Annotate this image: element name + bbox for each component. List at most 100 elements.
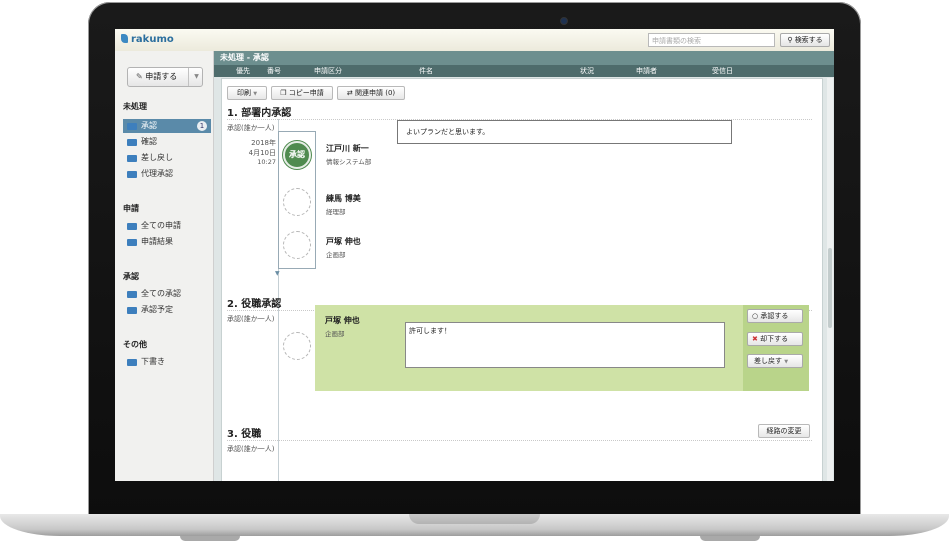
- laptop-foot: [700, 536, 760, 541]
- approver-dept: 企画部: [325, 330, 345, 338]
- column-header[interactable]: 申請者: [636, 65, 657, 77]
- print-label: 印刷: [236, 89, 251, 97]
- app-screen: rakumo 申請書類の検索 ⚲ 検索する ✎ 申請する ▼ 未処理 承認 1 確…: [115, 29, 834, 481]
- sidebar-item-label: 代理承認: [141, 169, 173, 178]
- copy-application-button[interactable]: ❐ コピー申請: [271, 86, 333, 100]
- step-heading: 1. 部署内承認: [227, 108, 292, 119]
- search-button[interactable]: ⚲ 検索する: [780, 33, 830, 47]
- approver-dept: 経理部: [326, 208, 346, 216]
- mail-icon: [127, 359, 137, 366]
- related-applications-button[interactable]: ⇄ 関連申請 (0): [337, 86, 405, 100]
- return-label: 差し戻す: [754, 357, 782, 365]
- step-heading: 2. 役職承認: [227, 299, 282, 310]
- column-header[interactable]: 優先: [236, 65, 250, 77]
- sidebar-item-all-approvals[interactable]: 全ての承認: [123, 287, 211, 301]
- change-route-button[interactable]: 経路の変更: [758, 424, 810, 438]
- column-header[interactable]: 状況: [580, 65, 594, 77]
- approval-rule: 承認(誰か一人): [227, 445, 275, 453]
- sidebar-item-label: 承認: [141, 121, 157, 130]
- request-detail-panel: 印刷 ▼ ❐ コピー申請 ⇄ 関連申請 (0) 1. 部署内承認 承認(誰か一人…: [221, 78, 823, 481]
- approval-rule: 承認(誰か一人): [227, 315, 275, 323]
- comment-bubble: よいプランだと思います。: [397, 120, 732, 144]
- laptop-foot: [180, 536, 240, 541]
- table-header: 優先 番号 申請区分 件名 状況 申請者 受信日: [214, 65, 834, 77]
- search-icon: ⚲: [787, 36, 793, 44]
- sidebar-item-label: 全ての申請: [141, 221, 181, 230]
- approver-name: 戸塚 伸也: [326, 237, 361, 246]
- sidebar-item-label: 差し戻し: [141, 153, 173, 162]
- mail-icon: [127, 239, 137, 246]
- sidebar-item-all-applications[interactable]: 全ての申請: [123, 219, 211, 233]
- approval-year: 2018年: [251, 139, 276, 147]
- apply-button[interactable]: ✎ 申請する ▼: [127, 67, 203, 87]
- sidebar-section-title: 申請: [123, 204, 139, 213]
- return-button[interactable]: 差し戻す ▼: [747, 354, 803, 368]
- approve-label: 承認する: [760, 312, 789, 320]
- sidebar-item-label: 下書き: [141, 357, 165, 366]
- active-approval-panel: 戸塚 伸也 企画部 許可します！ ○ 承認する ✖ 却下する 差し戻す ▼: [315, 305, 809, 391]
- approver-name: 戸塚 伸也: [325, 316, 360, 325]
- mail-icon: [127, 307, 137, 314]
- search-input[interactable]: 申請書類の検索: [648, 33, 775, 47]
- approver-dept: 企画部: [326, 251, 346, 259]
- print-button[interactable]: 印刷 ▼: [227, 86, 267, 100]
- column-header[interactable]: 件名: [419, 65, 433, 77]
- column-header[interactable]: 申請区分: [314, 65, 342, 77]
- sidebar-section-title: 未処理: [123, 102, 147, 111]
- sidebar-item-approve[interactable]: 承認 1: [123, 119, 211, 133]
- approval-day: 4月10日: [248, 149, 276, 157]
- related-label: 関連申請 (0): [354, 89, 396, 97]
- pending-approver-circle: [283, 231, 311, 259]
- action-column: ○ 承認する ✖ 却下する 差し戻す ▼: [743, 305, 809, 391]
- sidebar-item-application-results[interactable]: 申請結果: [123, 235, 211, 249]
- arrow-down-icon: ▼: [275, 270, 280, 277]
- sidebar-section-title: その他: [123, 340, 147, 349]
- sidebar-section-title: 承認: [123, 272, 139, 281]
- approver-name: 江戸川 新一: [326, 144, 369, 153]
- sidebar-item-label: 承認予定: [141, 305, 173, 314]
- sidebar-item-drafts[interactable]: 下書き: [123, 355, 211, 369]
- divider: [227, 440, 812, 441]
- pending-approver-circle: [283, 188, 311, 216]
- copy-icon: ❐: [280, 89, 287, 97]
- approval-time: 10:27: [257, 158, 276, 166]
- circle-icon: ○: [752, 312, 759, 320]
- chevron-down-icon: ▼: [784, 359, 789, 365]
- comment-textarea[interactable]: 許可します！: [405, 322, 725, 368]
- mail-icon: [127, 223, 137, 230]
- top-bar: rakumo 申請書類の検索 ⚲ 検索する: [115, 29, 834, 52]
- sidebar-item-label: 全ての承認: [141, 289, 181, 298]
- approver-dept: 情報システム部: [326, 158, 372, 166]
- camera-icon: [560, 17, 568, 25]
- count-badge: 1: [197, 121, 207, 131]
- sidebar-item-scheduled-approvals[interactable]: 承認予定: [123, 303, 211, 317]
- sidebar-item-proxy[interactable]: 代理承認: [123, 167, 211, 181]
- link-icon: ⇄: [346, 89, 353, 97]
- sidebar-item-confirm[interactable]: 確認: [123, 135, 211, 149]
- column-header[interactable]: 番号: [267, 65, 281, 77]
- approved-stamp: 承認: [283, 141, 311, 169]
- page-title: 未処理 - 承認: [214, 51, 834, 65]
- laptop-notch: [409, 514, 540, 524]
- sidebar-item-returned[interactable]: 差し戻し: [123, 151, 211, 165]
- apply-button-label: 申請する: [145, 72, 178, 81]
- chevron-down-icon: ▼: [253, 91, 258, 97]
- approver-name: 練馬 博美: [326, 194, 361, 203]
- main-content: 未処理 - 承認 優先 番号 申請区分 件名 状況 申請者 受信日 印刷 ▼ ❐…: [214, 51, 834, 481]
- logo-text: rakumo: [131, 34, 174, 45]
- step-heading: 3. 役職: [227, 429, 262, 440]
- sidebar-item-label: 申請結果: [141, 237, 173, 246]
- scrollbar[interactable]: [827, 78, 833, 481]
- reject-label: 却下する: [760, 335, 789, 343]
- copy-label: コピー申請: [288, 89, 324, 97]
- sidebar-item-label: 確認: [141, 137, 157, 146]
- scrollbar-thumb[interactable]: [828, 248, 832, 328]
- edit-icon: ✎: [136, 72, 143, 81]
- chevron-down-icon[interactable]: ▼: [188, 68, 204, 86]
- column-header[interactable]: 受信日: [712, 65, 733, 77]
- logo: rakumo: [121, 34, 174, 45]
- mail-icon: [127, 155, 137, 162]
- reject-button[interactable]: ✖ 却下する: [747, 332, 803, 346]
- approve-button[interactable]: ○ 承認する: [747, 309, 803, 323]
- sidebar: ✎ 申請する ▼ 未処理 承認 1 確認 差し戻し 代理承認 申請 全ての申請 申…: [115, 51, 214, 481]
